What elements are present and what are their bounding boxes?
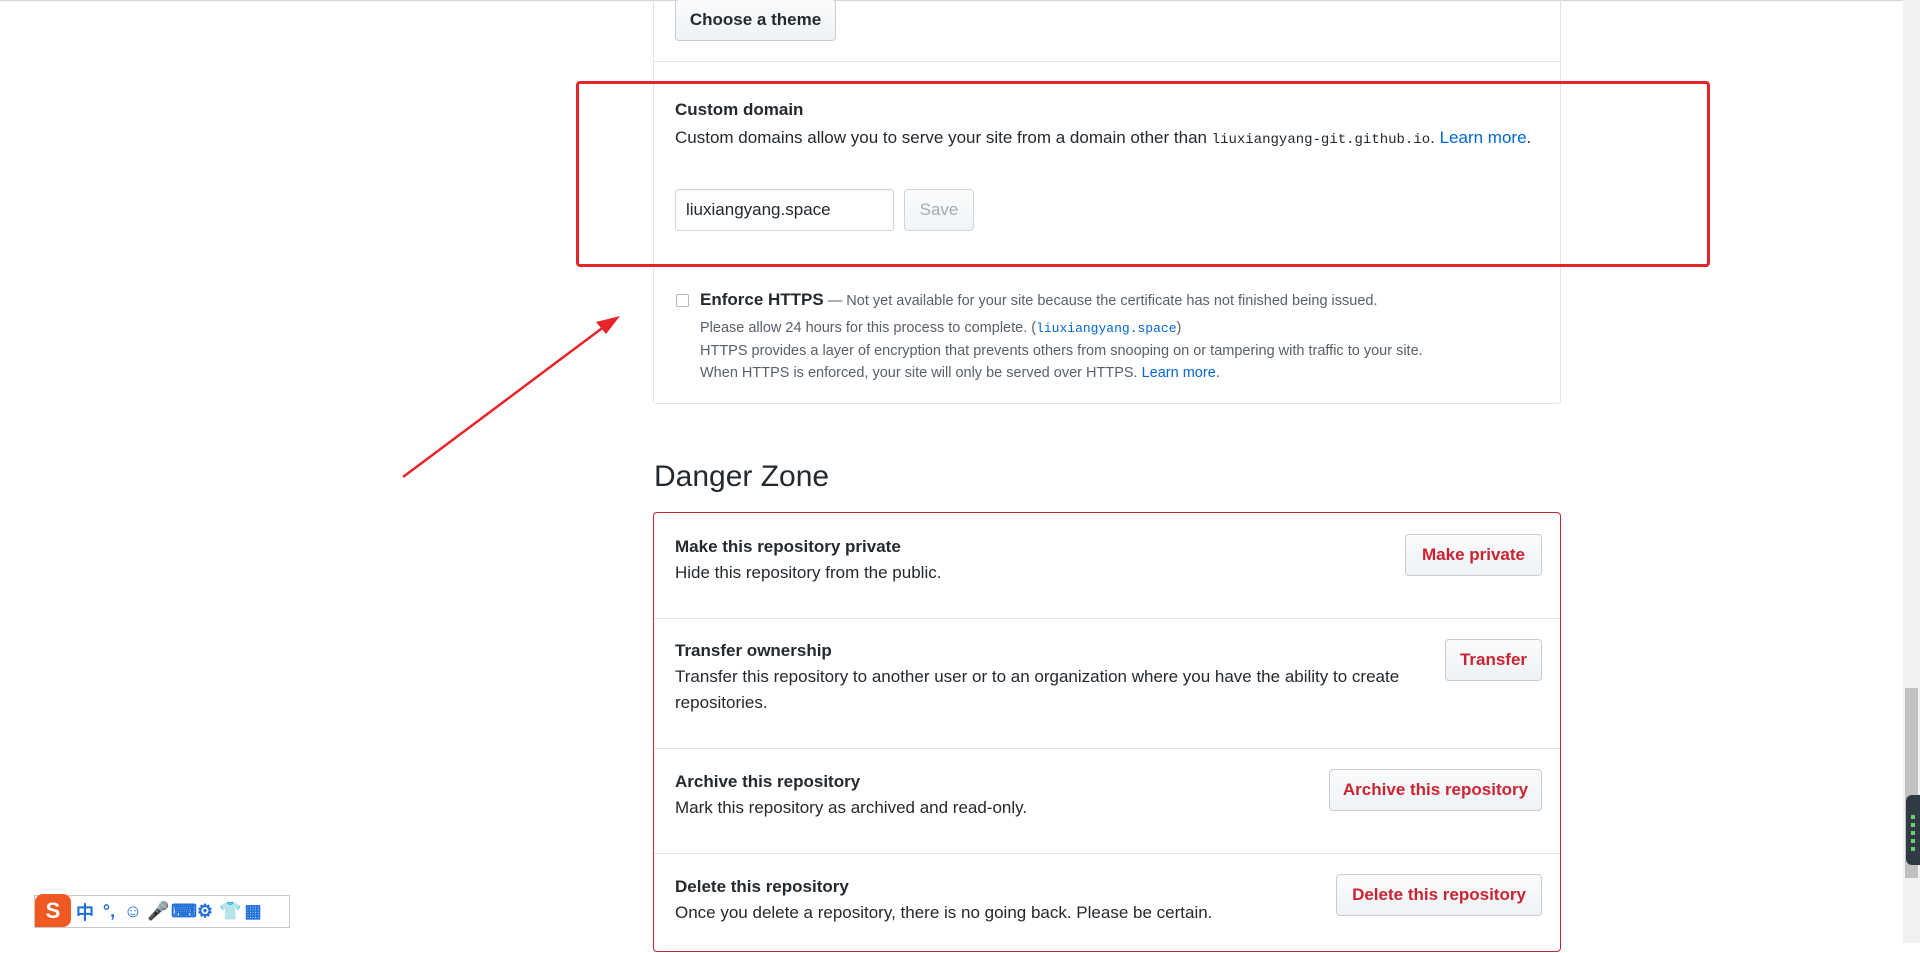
danger-item-title: Make this repository private	[675, 537, 901, 556]
danger-item-title: Transfer ownership	[675, 641, 832, 660]
widget-dot	[1911, 831, 1915, 835]
widget-dot	[1911, 847, 1915, 851]
ime-toolbar: S 中 °, ☺ 🎤 ⌨ ⚙ 👕 ▦	[34, 894, 290, 928]
skin-shirt-icon[interactable]: 👕	[219, 901, 241, 922]
danger-item-description: Hide this repository from the public.	[675, 563, 942, 582]
divider	[654, 853, 1560, 854]
emoji-icon[interactable]: ☺	[123, 901, 143, 922]
microphone-icon[interactable]: 🎤	[147, 901, 169, 922]
make-private-button[interactable]: Make private	[1405, 534, 1542, 576]
widget-dot	[1911, 839, 1915, 843]
danger-item-title: Archive this repository	[675, 772, 861, 791]
side-monitor-widget[interactable]	[1906, 795, 1920, 865]
user-settings-icon[interactable]: ⚙	[195, 901, 215, 922]
archive-repository-button[interactable]: Archive this repository	[1329, 769, 1542, 811]
punctuation-icon[interactable]: °,	[99, 901, 119, 922]
transfer-button[interactable]: Transfer	[1445, 639, 1542, 681]
keyboard-icon[interactable]: ⌨	[171, 901, 197, 922]
widget-dot	[1911, 815, 1915, 819]
widget-dot	[1911, 823, 1915, 827]
danger-row-make-private: Make this repository private Hide this r…	[654, 513, 1560, 618]
toolbox-grid-icon[interactable]: ▦	[243, 901, 263, 922]
delete-repository-button[interactable]: Delete this repository	[1336, 874, 1542, 916]
sogou-logo-icon[interactable]: S	[35, 894, 71, 927]
danger-row-delete: Delete this repository Once you delete a…	[654, 853, 1560, 953]
danger-item-title: Delete this repository	[675, 877, 849, 896]
divider	[654, 748, 1560, 749]
danger-item-description: Mark this repository as archived and rea…	[675, 798, 1028, 817]
danger-row-archive: Archive this repository Mark this reposi…	[654, 748, 1560, 853]
danger-item-description: Transfer this repository to another user…	[675, 667, 1400, 712]
divider	[654, 618, 1560, 619]
danger-item-description: Once you delete a repository, there is n…	[675, 903, 1213, 922]
danger-zone-title: Danger Zone	[654, 460, 830, 493]
danger-zone-box: Make this repository private Hide this r…	[653, 512, 1561, 952]
danger-row-transfer: Transfer ownership Transfer this reposit…	[654, 618, 1560, 748]
chinese-mode-icon[interactable]: 中	[75, 899, 95, 925]
